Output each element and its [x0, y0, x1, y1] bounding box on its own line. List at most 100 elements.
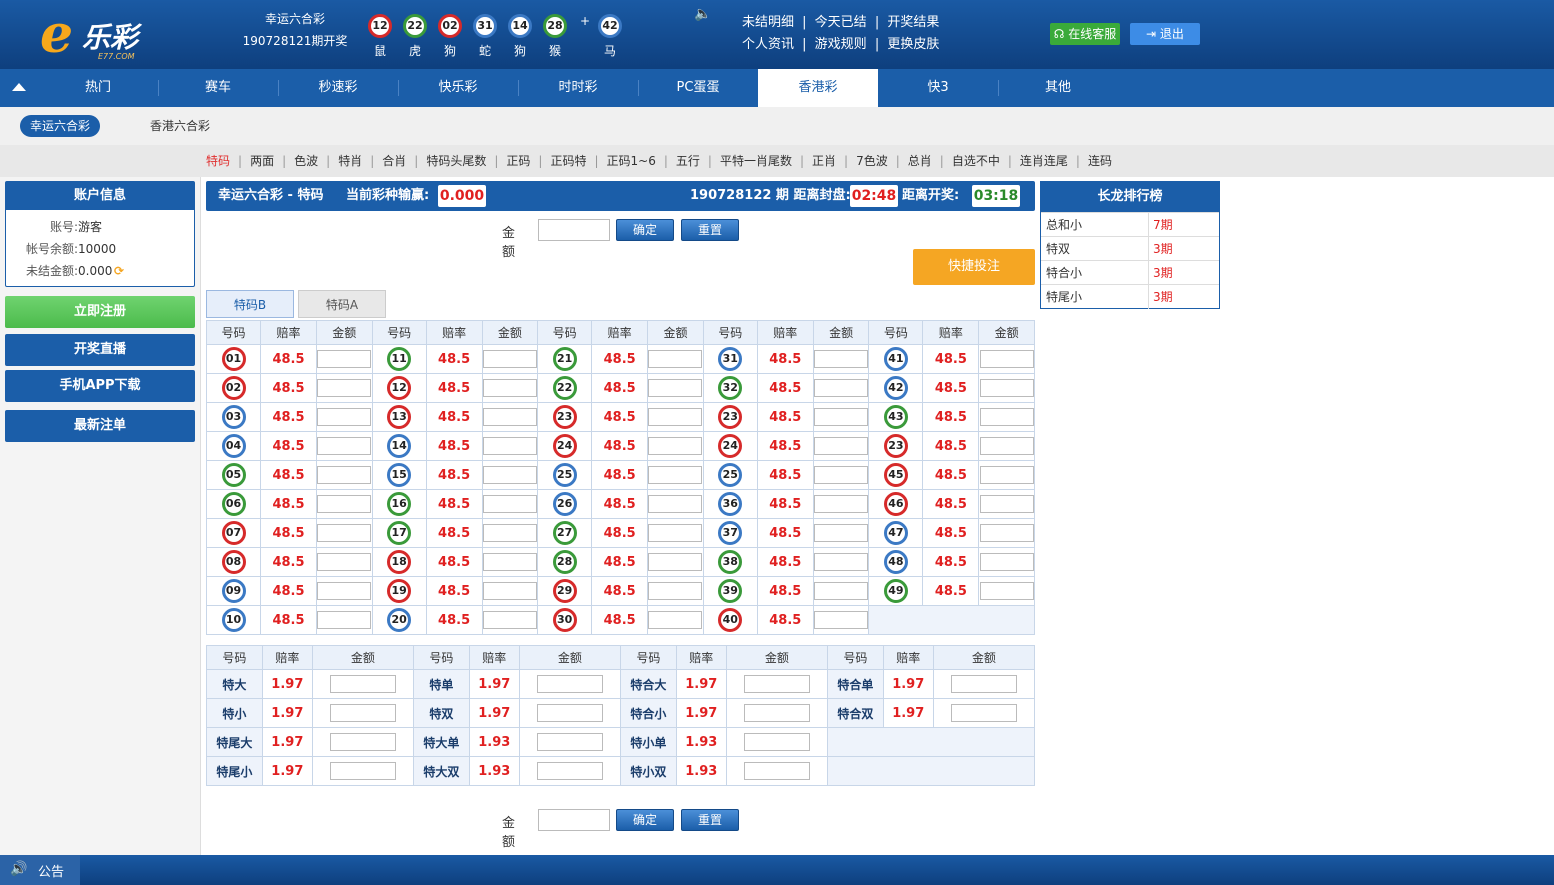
bet-amount-input[interactable] — [482, 495, 537, 513]
nav-tab[interactable]: 热门 — [38, 69, 158, 107]
top-link[interactable]: 开奖结果 — [887, 15, 939, 30]
bet-amount-input[interactable] — [979, 495, 1034, 513]
bet-amount-input[interactable] — [329, 704, 396, 722]
bet-amount-input[interactable] — [743, 675, 810, 693]
bet-type-tab[interactable]: 正码特 — [550, 145, 586, 177]
bet-type-tab[interactable]: 7色波 — [856, 145, 888, 177]
top-link[interactable]: 个人资讯 — [742, 37, 794, 52]
confirm-button[interactable]: 确定 — [616, 809, 674, 831]
bet-amount-input[interactable] — [979, 524, 1034, 542]
bet-amount-input[interactable] — [317, 495, 372, 513]
nav-tab[interactable]: 快3 — [878, 69, 998, 107]
bet-type-tab[interactable]: 正码 — [506, 145, 530, 177]
bet-amount-input[interactable] — [317, 350, 372, 368]
nav-tab[interactable]: 秒速彩 — [278, 69, 398, 107]
bet-amount-input[interactable] — [743, 704, 810, 722]
bet-amount-input[interactable] — [648, 495, 703, 513]
bet-amount-input[interactable] — [814, 553, 869, 571]
bet-amount-input[interactable] — [317, 611, 372, 629]
sound-icon[interactable]: 🔈 — [694, 6, 711, 22]
site-logo[interactable]: e 乐彩 E77.COM — [38, 6, 168, 64]
bet-type-tab[interactable]: 连肖连尾 — [1020, 145, 1068, 177]
bet-amount-input[interactable] — [814, 611, 869, 629]
bet-amount-input[interactable] — [743, 762, 810, 780]
bet-amount-input[interactable] — [329, 675, 396, 693]
logout-button[interactable]: ⇥ 退出 — [1130, 23, 1200, 45]
bet-type-tab[interactable]: 色波 — [294, 145, 318, 177]
top-link[interactable]: 今天已结 — [815, 15, 867, 30]
bet-amount-input[interactable] — [814, 350, 869, 368]
bet-amount-input[interactable] — [482, 582, 537, 600]
bet-amount-input[interactable] — [979, 466, 1034, 484]
tab-tema-b[interactable]: 特码B — [206, 290, 294, 318]
bet-type-tab[interactable]: 特码 — [206, 145, 230, 177]
bet-amount-input[interactable] — [482, 350, 537, 368]
bet-amount-input[interactable] — [814, 408, 869, 426]
nav-tab[interactable]: 快乐彩 — [398, 69, 518, 107]
bet-amount-input[interactable] — [814, 466, 869, 484]
bet-amount-input[interactable] — [648, 582, 703, 600]
reset-button[interactable]: 重置 — [681, 809, 739, 831]
bet-type-tab[interactable]: 平特一肖尾数 — [720, 145, 792, 177]
confirm-button[interactable]: 确定 — [616, 219, 674, 241]
top-link[interactable]: 更换皮肤 — [887, 37, 939, 52]
app-download-button[interactable]: 手机APP下载 — [5, 370, 195, 402]
register-button[interactable]: 立即注册 — [5, 296, 195, 328]
bet-amount-input[interactable] — [317, 437, 372, 455]
bet-amount-input[interactable] — [814, 495, 869, 513]
bet-amount-input[interactable] — [317, 466, 372, 484]
top-link[interactable]: 未结明细 — [742, 15, 794, 30]
amount-input[interactable] — [538, 809, 610, 831]
bet-amount-input[interactable] — [482, 466, 537, 484]
bet-type-tab[interactable]: 自选不中 — [952, 145, 1000, 177]
online-service-button[interactable]: ☊ 在线客服 — [1050, 23, 1120, 45]
bet-amount-input[interactable] — [536, 733, 603, 751]
bet-amount-input[interactable] — [648, 437, 703, 455]
bet-amount-input[interactable] — [814, 582, 869, 600]
live-draw-button[interactable]: 开奖直播 — [5, 334, 195, 366]
bet-amount-input[interactable] — [317, 408, 372, 426]
bet-amount-input[interactable] — [482, 553, 537, 571]
collapse-arrow-icon[interactable] — [12, 83, 26, 91]
bet-amount-input[interactable] — [648, 524, 703, 542]
notice-label[interactable]: 公告 — [38, 861, 64, 880]
bet-amount-input[interactable] — [482, 437, 537, 455]
bet-amount-input[interactable] — [329, 762, 396, 780]
bet-amount-input[interactable] — [950, 704, 1017, 722]
bet-amount-input[interactable] — [814, 524, 869, 542]
subtab-lucky-mark-six[interactable]: 幸运六合彩 — [20, 115, 100, 137]
latest-bets-button[interactable]: 最新注单 — [5, 410, 195, 442]
bet-amount-input[interactable] — [648, 466, 703, 484]
subtab-hk-mark-six[interactable]: 香港六合彩 — [140, 115, 220, 137]
bet-amount-input[interactable] — [814, 379, 869, 397]
bet-amount-input[interactable] — [482, 408, 537, 426]
bet-type-tab[interactable]: 五行 — [676, 145, 700, 177]
bet-type-tab[interactable]: 正码1~6 — [607, 145, 656, 177]
bet-amount-input[interactable] — [482, 379, 537, 397]
refresh-icon[interactable]: ⟳ — [114, 260, 124, 282]
top-link[interactable]: 游戏规则 — [815, 37, 867, 52]
bet-amount-input[interactable] — [979, 582, 1034, 600]
bet-amount-input[interactable] — [482, 524, 537, 542]
bet-amount-input[interactable] — [329, 733, 396, 751]
nav-tab[interactable]: 其他 — [998, 69, 1118, 107]
bet-amount-input[interactable] — [979, 379, 1034, 397]
bet-type-tab[interactable]: 两面 — [250, 145, 274, 177]
quick-bet-button[interactable]: 快捷投注 — [913, 249, 1035, 285]
bet-amount-input[interactable] — [648, 611, 703, 629]
bet-type-tab[interactable]: 总肖 — [908, 145, 932, 177]
tab-tema-a[interactable]: 特码A — [298, 290, 386, 318]
bet-type-tab[interactable]: 合肖 — [382, 145, 406, 177]
bet-amount-input[interactable] — [317, 524, 372, 542]
amount-input[interactable] — [538, 219, 610, 241]
bet-amount-input[interactable] — [648, 379, 703, 397]
reset-button[interactable]: 重置 — [681, 219, 739, 241]
bet-amount-input[interactable] — [814, 437, 869, 455]
bet-amount-input[interactable] — [648, 553, 703, 571]
nav-tab[interactable]: PC蛋蛋 — [638, 69, 758, 107]
nav-tab[interactable]: 香港彩 — [758, 69, 878, 107]
bet-amount-input[interactable] — [648, 408, 703, 426]
nav-tab[interactable]: 时时彩 — [518, 69, 638, 107]
bet-amount-input[interactable] — [536, 675, 603, 693]
bet-amount-input[interactable] — [648, 350, 703, 368]
